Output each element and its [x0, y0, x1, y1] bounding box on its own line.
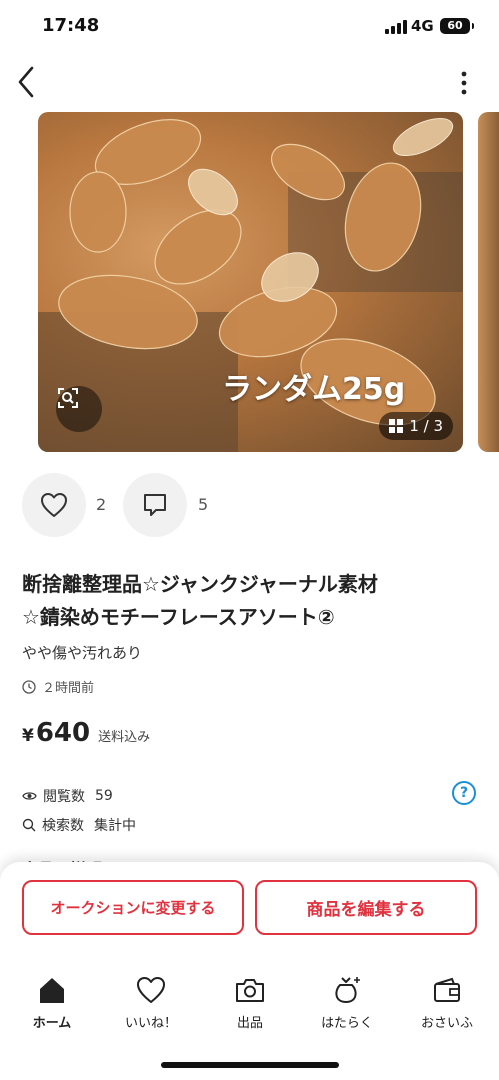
posted-time: ２時間前 — [22, 677, 94, 696]
help-icon[interactable]: ? — [452, 781, 476, 805]
next-image-preview[interactable] — [478, 112, 499, 452]
views-stat: 閲覧数 59 — [22, 786, 113, 806]
signal-icon — [385, 20, 407, 34]
chevron-left-icon — [18, 66, 34, 98]
comment-icon — [144, 494, 166, 516]
tab-work[interactable]: はたらく — [302, 974, 392, 1038]
shipping-included: 送料込み — [98, 730, 151, 745]
search-label: 検索数 — [42, 818, 84, 834]
product-title: 断捨離整理品☆ジャンクジャーナル素材 ☆錆染めモチーフレースアソート② — [22, 568, 482, 634]
item-condition: やや傷や汚れあり — [22, 644, 143, 662]
comments-count: 5 — [198, 495, 209, 514]
tab-bar: ホーム いいね！ 出品 はたらく おさいふ — [0, 974, 499, 1044]
likes-count: 2 — [96, 495, 107, 514]
status-time: 17:48 — [42, 15, 100, 36]
eye-icon — [22, 792, 37, 800]
views-label: 閲覧数 — [43, 789, 85, 805]
tab-wallet[interactable]: おさいふ — [402, 974, 492, 1038]
product-title-line2: ☆錆染めモチーフレースアソート② — [22, 605, 335, 629]
image-overlay-text: ランダム25g — [222, 372, 406, 407]
comment-button[interactable] — [123, 473, 187, 537]
image-search-button[interactable] — [56, 386, 102, 432]
edit-item-button[interactable]: 商品を編集する — [255, 880, 477, 935]
home-icon — [36, 974, 68, 1006]
tab-sell[interactable]: 出品 — [205, 974, 295, 1038]
more-menu-button[interactable] — [452, 70, 476, 96]
price-amount: 640 — [35, 718, 91, 748]
heart-icon — [41, 493, 67, 517]
price: ¥ 640 送料込み — [22, 718, 150, 748]
tab-home-label: ホーム — [32, 1016, 72, 1031]
views-value: 59 — [95, 788, 113, 804]
image-counter-text: 1 / 3 — [409, 417, 443, 435]
image-counter: 1 / 3 — [379, 412, 453, 440]
home-indicator — [161, 1062, 339, 1068]
image-search-icon — [58, 388, 78, 408]
clock-icon — [22, 679, 36, 694]
price-currency: ¥ — [22, 726, 34, 746]
product-title-line1: 断捨離整理品☆ジャンクジャーナル素材 — [22, 572, 378, 596]
tab-work-label: はたらく — [321, 1016, 373, 1031]
wallet-icon — [431, 974, 463, 1006]
tab-likes[interactable]: いいね！ — [106, 974, 196, 1038]
tab-likes-label: いいね！ — [124, 1016, 177, 1031]
bottom-action-panel: オークションに変更する 商品を編集する ホーム いいね！ 出品 はたらく おさい… — [0, 862, 499, 1080]
product-image[interactable]: ランダム25g 1 / 3 — [38, 112, 463, 452]
tab-wallet-label: おさいふ — [420, 1016, 473, 1031]
change-to-auction-button[interactable]: オークションに変更する — [22, 880, 244, 935]
network-type: 4G — [411, 17, 434, 35]
camera-icon — [234, 974, 266, 1006]
gallery-grid-icon — [389, 419, 404, 433]
like-button[interactable] — [22, 473, 86, 537]
money-bag-icon — [331, 974, 363, 1006]
search-value: 集計中 — [94, 818, 136, 834]
battery-icon: 60 — [440, 18, 474, 34]
posted-time-text: ２時間前 — [42, 681, 95, 696]
heart-icon — [135, 974, 167, 1006]
more-vertical-icon — [461, 71, 467, 95]
search-icon — [22, 818, 36, 832]
status-bar: 17:48 4G 60 — [0, 0, 499, 56]
tab-sell-label: 出品 — [236, 1016, 263, 1031]
back-button[interactable] — [12, 64, 42, 100]
tab-home[interactable]: ホーム — [7, 974, 97, 1038]
search-stat: 検索数 集計中 — [22, 815, 136, 835]
